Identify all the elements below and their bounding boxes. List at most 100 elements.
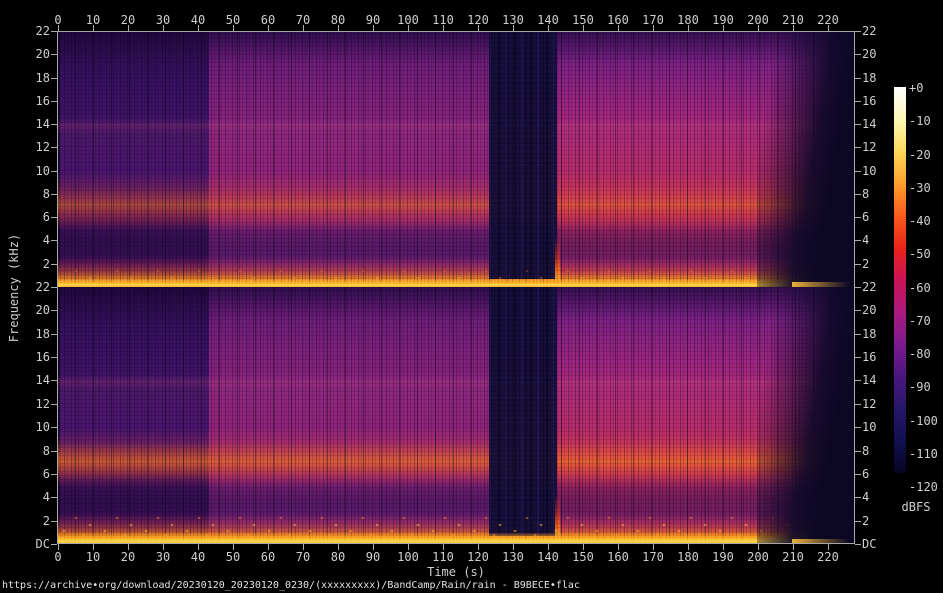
x-axis-tick-mark-top bbox=[233, 25, 234, 31]
y-axis-tick-label-left: 12 bbox=[0, 141, 50, 153]
y-axis-tick-label-right: 12 bbox=[862, 141, 876, 153]
x-axis-tick-mark-bottom bbox=[198, 544, 199, 550]
colorbar-tick-label: -110 bbox=[909, 448, 938, 460]
y-axis-tick-label-left: 22 bbox=[0, 25, 50, 37]
x-axis-tick-mark-top bbox=[618, 25, 619, 31]
x-axis-tick-mark-bottom bbox=[688, 544, 689, 550]
x-axis-tick-mark-top bbox=[268, 25, 269, 31]
y-axis-tick-mark-right bbox=[855, 78, 861, 79]
y-axis-tick-label-right: 10 bbox=[862, 421, 876, 433]
y-axis-tick-label-left: 10 bbox=[0, 421, 50, 433]
x-axis-tick-mark-bottom bbox=[128, 544, 129, 550]
x-axis-tick-label-bottom: 90 bbox=[366, 551, 380, 563]
y-axis-tick-label-left: 4 bbox=[0, 234, 50, 246]
y-axis-tick-label-left: 8 bbox=[0, 445, 50, 457]
y-axis-tick-label-right: DC bbox=[862, 538, 876, 550]
colorbar-tick-label: -70 bbox=[909, 315, 931, 327]
colorbar-unit-label: dBFS bbox=[894, 501, 938, 513]
y-axis-tick-label-left: 14 bbox=[0, 374, 50, 386]
y-axis-tick-mark-left bbox=[51, 31, 57, 32]
colorbar-tick-label: -100 bbox=[909, 415, 938, 427]
y-axis-tick-mark-right bbox=[855, 194, 861, 195]
colorbar-tick-label: -40 bbox=[909, 215, 931, 227]
colorbar-tick-label: -20 bbox=[909, 149, 931, 161]
x-axis-tick-mark-top bbox=[163, 25, 164, 31]
y-axis-tick-label-left: 2 bbox=[0, 258, 50, 270]
y-axis-tick-mark-left bbox=[51, 521, 57, 522]
y-axis-tick-label-left: 16 bbox=[0, 95, 50, 107]
y-axis-tick-mark-left bbox=[51, 101, 57, 102]
y-axis-tick-mark-left bbox=[51, 357, 57, 358]
x-axis-tick-label-bottom: 120 bbox=[467, 551, 489, 563]
y-axis-tick-mark-right bbox=[855, 357, 861, 358]
x-axis-tick-mark-bottom bbox=[58, 544, 59, 550]
spectrogram-upper-channel bbox=[57, 31, 855, 287]
x-axis-tick-mark-bottom bbox=[828, 544, 829, 550]
x-axis-tick-label-bottom: 170 bbox=[642, 551, 664, 563]
y-axis-tick-label-right: 16 bbox=[862, 95, 876, 107]
colorbar-tick-label: -10 bbox=[909, 115, 931, 127]
x-axis-tick-mark-top bbox=[338, 25, 339, 31]
y-axis-tick-label-left: 12 bbox=[0, 398, 50, 410]
x-axis-tick-label-bottom: 60 bbox=[261, 551, 275, 563]
y-axis-tick-label-left: 2 bbox=[0, 515, 50, 527]
y-axis-tick-mark-left bbox=[51, 264, 57, 265]
y-axis-tick-label-left: 18 bbox=[0, 328, 50, 340]
y-axis-tick-label-right: 20 bbox=[862, 48, 876, 60]
y-axis-tick-mark-right bbox=[855, 334, 861, 335]
x-axis-tick-mark-top bbox=[303, 25, 304, 31]
x-axis-tick-mark-top bbox=[128, 25, 129, 31]
x-axis-tick-label-bottom: 80 bbox=[331, 551, 345, 563]
y-axis-tick-label-right: 6 bbox=[862, 211, 869, 223]
colorbar-tick-label: -90 bbox=[909, 381, 931, 393]
source-path-text: https://archive•org/download/20230120_20… bbox=[2, 580, 580, 591]
y-axis-tick-label-left: 22 bbox=[0, 281, 50, 293]
x-axis-tick-mark-bottom bbox=[338, 544, 339, 550]
x-axis-tick-mark-bottom bbox=[373, 544, 374, 550]
y-axis-tick-label-right: 20 bbox=[862, 304, 876, 316]
x-axis-tick-mark-top bbox=[793, 25, 794, 31]
y-axis-tick-mark-left bbox=[51, 544, 57, 545]
spectrogram-figure: dBFS Frequency (kHz) Time (s) https://ar… bbox=[0, 0, 943, 593]
x-axis-tick-label-bottom: 50 bbox=[226, 551, 240, 563]
y-axis-tick-mark-right bbox=[855, 380, 861, 381]
x-axis-tick-label-bottom: 140 bbox=[537, 551, 559, 563]
y-axis-tick-mark-right bbox=[855, 54, 861, 55]
y-axis-tick-mark-left bbox=[51, 147, 57, 148]
x-axis-tick-mark-top bbox=[198, 25, 199, 31]
x-axis-tick-mark-bottom bbox=[793, 544, 794, 550]
y-axis-tick-mark-left bbox=[51, 287, 57, 288]
colorbar-tick-label: -60 bbox=[909, 282, 931, 294]
vertical-texture-overlay bbox=[57, 287, 855, 544]
y-axis-tick-mark-left bbox=[51, 404, 57, 405]
y-axis-tick-label-right: 22 bbox=[862, 25, 876, 37]
y-axis-tick-mark-right bbox=[855, 240, 861, 241]
y-axis-tick-mark-right bbox=[855, 124, 861, 125]
y-axis-tick-mark-right bbox=[855, 521, 861, 522]
y-axis-tick-label-right: 10 bbox=[862, 165, 876, 177]
x-axis-tick-mark-top bbox=[408, 25, 409, 31]
y-axis-tick-label-right: 22 bbox=[862, 281, 876, 293]
x-axis-tick-mark-top bbox=[548, 25, 549, 31]
y-axis-tick-mark-right bbox=[855, 31, 861, 32]
y-axis-tick-mark-left bbox=[51, 171, 57, 172]
vertical-texture-overlay bbox=[57, 31, 855, 287]
fade-out-overlay bbox=[757, 287, 855, 544]
y-axis-tick-label-right: 8 bbox=[862, 445, 869, 457]
x-axis-tick-mark-bottom bbox=[93, 544, 94, 550]
y-axis-tick-mark-left bbox=[51, 124, 57, 125]
y-axis-tick-label-left: 6 bbox=[0, 468, 50, 480]
x-axis-tick-label-bottom: 150 bbox=[572, 551, 594, 563]
y-axis-tick-mark-right bbox=[855, 310, 861, 311]
x-axis-tick-mark-top bbox=[478, 25, 479, 31]
x-axis-tick-label-bottom: 210 bbox=[782, 551, 804, 563]
y-axis-tick-label-right: 18 bbox=[862, 72, 876, 84]
y-axis-tick-mark-right bbox=[855, 264, 861, 265]
x-axis-tick-label-bottom: 180 bbox=[677, 551, 699, 563]
x-axis-tick-mark-top bbox=[58, 25, 59, 31]
x-axis-tick-mark-top bbox=[513, 25, 514, 31]
x-axis-tick-mark-bottom bbox=[583, 544, 584, 550]
x-axis-tick-mark-top bbox=[828, 25, 829, 31]
x-axis-tick-mark-bottom bbox=[303, 544, 304, 550]
y-axis-tick-label-left: 8 bbox=[0, 188, 50, 200]
